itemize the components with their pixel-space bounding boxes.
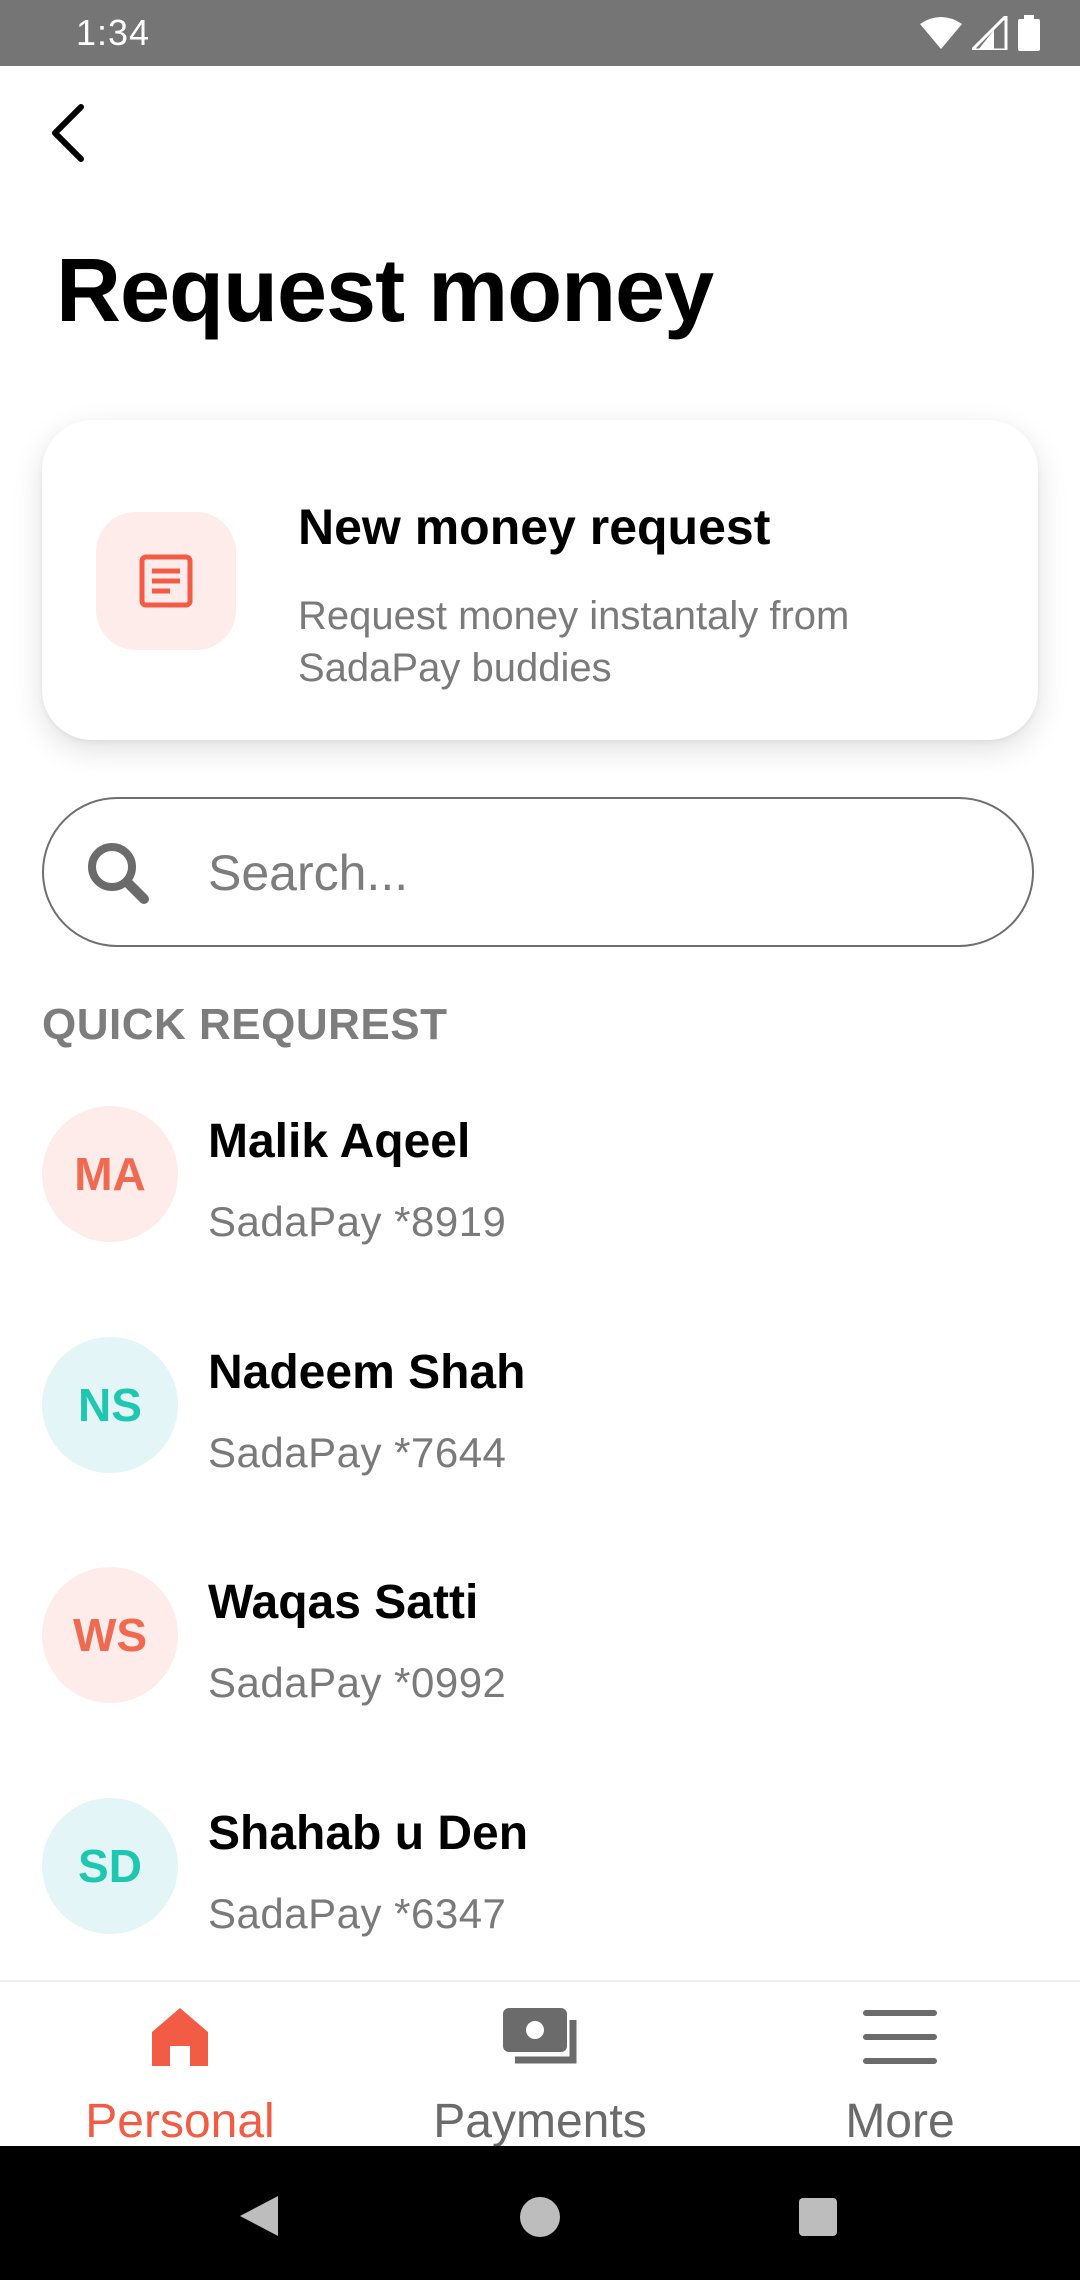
bottom-navigation: Personal Payments More xyxy=(0,1980,1080,2148)
avatar: MA xyxy=(42,1106,178,1242)
wifi-icon xyxy=(920,17,962,49)
card-icon-container xyxy=(96,512,236,650)
cellular-signal-icon xyxy=(972,16,1008,50)
nav-personal[interactable]: Personal xyxy=(0,1982,360,2148)
contact-account: SadaPay *6347 xyxy=(208,1890,507,1937)
contact-name: Waqas Satti xyxy=(208,1576,479,1629)
back-button[interactable] xyxy=(34,98,104,168)
contact-name: Shahab u Den xyxy=(208,1807,529,1860)
contact-account: SadaPay *8919 xyxy=(208,1198,507,1245)
menu-icon xyxy=(863,2010,937,2064)
search-box[interactable] xyxy=(42,797,1034,947)
new-money-request-card[interactable]: New money request Request money instanta… xyxy=(42,420,1038,740)
contact-item[interactable]: MA Malik Aqeel SadaPay *8919 xyxy=(0,1106,1080,1286)
nav-personal-label: Personal xyxy=(85,2095,275,2148)
status-time: 1:34 xyxy=(76,12,151,53)
system-home-icon[interactable] xyxy=(519,2196,561,2238)
avatar: WS xyxy=(42,1567,178,1703)
search-icon xyxy=(88,843,149,904)
system-back-icon[interactable] xyxy=(236,2194,280,2238)
contact-item[interactable]: SD Shahab u Den SadaPay *6347 xyxy=(0,1798,1080,1978)
status-bar: 1:34 xyxy=(0,0,1080,66)
nav-payments-label: Payments xyxy=(433,2095,647,2148)
nav-more-label: More xyxy=(845,2095,955,2148)
contact-item[interactable]: WS Waqas Satti SadaPay *0992 xyxy=(0,1567,1080,1747)
avatar: SD xyxy=(42,1798,178,1934)
system-recents-icon[interactable] xyxy=(798,2197,838,2237)
search-input[interactable] xyxy=(206,839,990,907)
payments-icon xyxy=(503,2008,577,2064)
card-subtitle: Request money instantaly from SadaPay bu… xyxy=(298,594,850,690)
home-icon xyxy=(152,2008,208,2066)
nav-more[interactable]: More xyxy=(720,1982,1080,2148)
nav-payments[interactable]: Payments xyxy=(360,1982,720,2148)
document-icon xyxy=(139,554,193,608)
avatar: NS xyxy=(42,1337,178,1473)
chevron-left-icon xyxy=(52,104,84,162)
system-navigation-bar xyxy=(0,2146,1080,2280)
page-title: Request money xyxy=(56,241,714,341)
quick-request-label: QUICK REQUREST xyxy=(42,1000,448,1049)
battery-icon xyxy=(1018,15,1040,51)
status-icons xyxy=(920,14,1040,52)
contact-name: Nadeem Shah xyxy=(208,1346,526,1399)
contact-item[interactable]: NS Nadeem Shah SadaPay *7644 xyxy=(0,1337,1080,1517)
card-title: New money request xyxy=(298,499,771,555)
contact-name: Malik Aqeel xyxy=(208,1115,471,1168)
contact-account: SadaPay *0992 xyxy=(208,1659,507,1706)
contact-account: SadaPay *7644 xyxy=(208,1429,507,1476)
